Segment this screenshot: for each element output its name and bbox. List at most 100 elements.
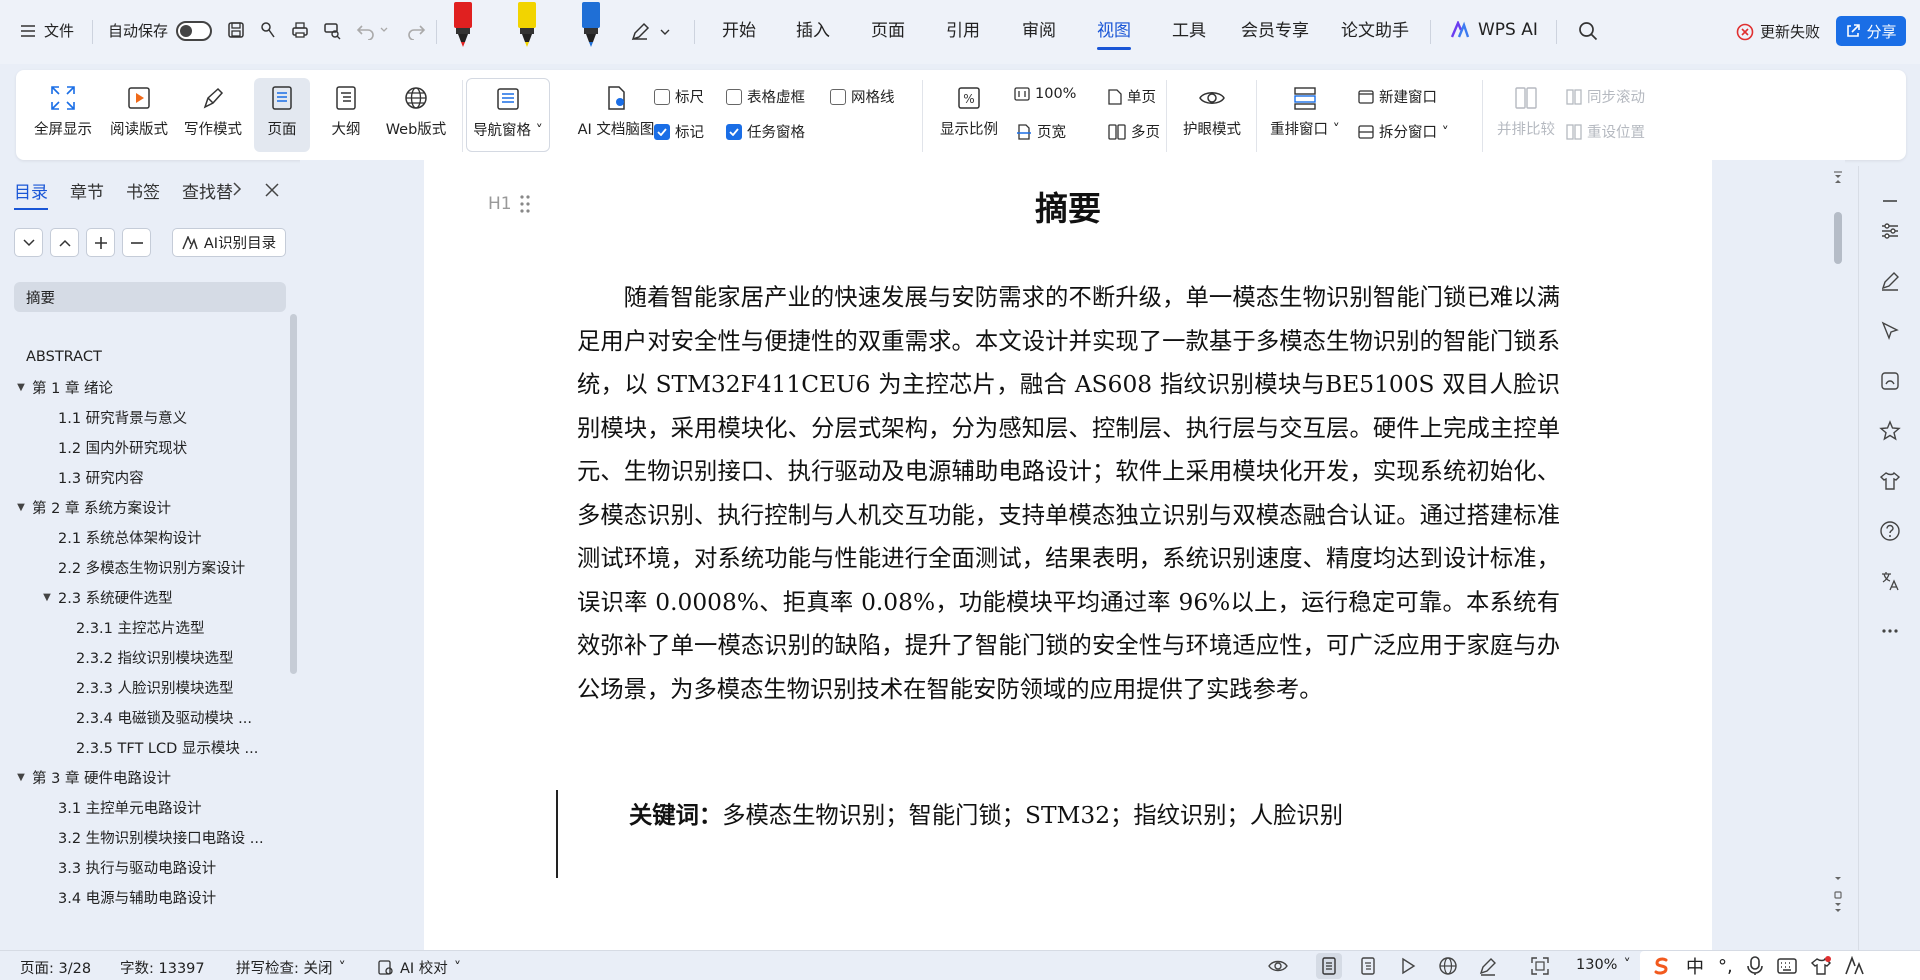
wps-ai-button[interactable]: WPS AI (1450, 20, 1538, 40)
toc-item[interactable]: 1.1 研究背景与意义 (14, 402, 286, 432)
globe-icon[interactable] (1438, 956, 1458, 976)
pen-tool-dropdown[interactable] (630, 22, 670, 42)
document-page[interactable]: H1 摘要 随着智能家居产业的快速发展与安防需求的不断升级，单一模态生物识别智能… (424, 160, 1712, 950)
save-icon[interactable] (226, 20, 246, 40)
sync-scroll-button[interactable]: 同步滚动 (1566, 86, 1645, 107)
star-magic-icon[interactable] (1879, 420, 1901, 442)
tab-references[interactable]: 引用 (946, 18, 980, 44)
fit-screen-icon[interactable] (1530, 956, 1550, 976)
tab-view[interactable]: 视图 (1097, 18, 1131, 50)
collapse-icon[interactable] (1879, 190, 1901, 212)
blue-marker-pen-icon[interactable] (580, 2, 602, 48)
page-count[interactable]: 页面: 3/28 (20, 957, 91, 978)
tab-chapters[interactable]: 章节 (70, 178, 104, 203)
toc-item[interactable]: ▼ 第 2 章 系统方案设计 (14, 492, 286, 522)
toc-item[interactable]: 1.2 国内外研究现状 (14, 432, 286, 462)
fullscreen-button[interactable]: 全屏显示 (30, 78, 96, 152)
zoom-100-button[interactable]: 100% (1014, 86, 1076, 102)
sogou-logo-icon[interactable] (1650, 955, 1672, 977)
format-painter-icon[interactable] (258, 20, 278, 40)
tab-review[interactable]: 审阅 (1022, 18, 1056, 44)
search-icon[interactable] (1578, 21, 1598, 41)
toc-item[interactable]: 3.2 生物识别模块接口电路设 ... (14, 822, 286, 852)
ai-assistant-icon[interactable] (1844, 956, 1867, 976)
toc-item[interactable]: 2.3.1 主控芯片选型 (14, 612, 286, 642)
page-view-icon[interactable] (1319, 956, 1339, 976)
eye-protection-button[interactable]: 护眼模式 (1174, 78, 1250, 152)
table-gridlines-checkbox[interactable]: 表格虚框 (726, 86, 805, 107)
more-icon[interactable] (1879, 620, 1901, 642)
page-view-button[interactable]: 页面 (254, 78, 310, 152)
toc-item[interactable]: 3.4 电源与辅助电路设计 (14, 882, 286, 912)
add-heading-button[interactable] (86, 228, 115, 257)
edit-pen-icon[interactable] (1879, 270, 1901, 292)
toc-item[interactable]: 2.1 系统总体架构设计 (14, 522, 286, 552)
tab-member[interactable]: 会员专享 (1241, 18, 1309, 44)
autosave-control[interactable]: 自动保存 (108, 20, 213, 41)
nav-scrollbar[interactable] (290, 314, 297, 674)
toc-item[interactable]: 3.1 主控单元电路设计 (14, 792, 286, 822)
autosave-toggle[interactable] (176, 20, 213, 41)
undo-icon[interactable] (356, 20, 388, 40)
navigation-pane-button[interactable]: 导航窗格 ˅ (466, 78, 550, 152)
ai-proofread-button[interactable]: AI 校对 ˅ (378, 957, 461, 978)
rearrange-windows-button[interactable]: 重排窗口 ˅ (1264, 78, 1346, 152)
share-button[interactable]: 分享 (1836, 16, 1906, 46)
shirt-skin-icon[interactable] (1879, 470, 1901, 492)
tab-tools[interactable]: 工具 (1172, 18, 1206, 44)
zoom-level[interactable]: 130% ˅ (1576, 957, 1631, 973)
expand-caret-icon[interactable]: ▼ (40, 590, 54, 604)
single-page-button[interactable]: 单页 (1108, 86, 1156, 107)
redo-icon[interactable] (406, 20, 426, 40)
gridlines-checkbox[interactable]: 网格线 (830, 86, 895, 107)
page-width-button[interactable]: 页宽 (1016, 121, 1066, 142)
tab-toc[interactable]: 目录 (14, 178, 48, 210)
outline-button[interactable]: 大纲 (318, 78, 374, 152)
reset-position-button[interactable]: 重设位置 (1566, 121, 1645, 142)
play-icon[interactable] (1398, 956, 1418, 976)
print-preview-icon[interactable] (322, 20, 342, 40)
toc-item[interactable]: ▼ 2.3 系统硬件选型 (14, 582, 286, 612)
split-window-button[interactable]: 拆分窗口 ˅ (1358, 121, 1449, 142)
toc-item[interactable]: ▼ 第 1 章 绪论 (14, 372, 286, 402)
markup-checkbox[interactable]: 标记 (654, 121, 704, 142)
tab-insert[interactable]: 插入 (796, 18, 830, 44)
toc-item[interactable]: 1.3 研究内容 (14, 462, 286, 492)
spell-check-status[interactable]: 拼写检查: 关闭 ˅ (236, 957, 346, 978)
toc-item[interactable]: 2.2 多模态生物识别方案设计 (14, 552, 286, 582)
file-menu[interactable]: 文件 (20, 20, 74, 41)
ruler-checkbox[interactable]: 标尺 (654, 86, 704, 107)
chevron-right-icon[interactable] (232, 182, 242, 196)
task-pane-checkbox[interactable]: 任务窗格 (726, 121, 805, 142)
remove-heading-button[interactable] (122, 228, 151, 257)
help-icon[interactable] (1879, 520, 1901, 542)
toc-item[interactable]: 2.3.3 人脸识别模块选型 (14, 672, 286, 702)
tab-page[interactable]: 页面 (871, 18, 905, 44)
toc-item[interactable]: 2.3.4 电磁锁及驱动模块 ... (14, 702, 286, 732)
expand-up-button[interactable] (50, 228, 79, 257)
toc-item[interactable]: ABSTRACT (14, 342, 286, 372)
tab-thesis-assistant[interactable]: 论文助手 (1341, 18, 1409, 44)
word-count[interactable]: 字数: 13397 (120, 957, 205, 978)
close-panel-icon[interactable] (264, 182, 280, 198)
expand-caret-icon[interactable]: ▼ (14, 770, 28, 784)
ime-chinese-mode[interactable]: 中 (1686, 953, 1704, 979)
side-by-side-button[interactable]: 并排比较 (1490, 78, 1562, 152)
red-marker-pen-icon[interactable] (452, 2, 474, 48)
expand-caret-icon[interactable]: ▼ (14, 380, 28, 394)
translate-icon[interactable] (1879, 570, 1901, 592)
tab-find-replace[interactable]: 查找替 (182, 178, 233, 203)
adjust-sliders-icon[interactable] (1879, 220, 1901, 242)
toc-item[interactable]: 2.3.2 指纹识别模块选型 (14, 642, 286, 672)
writing-mode-button[interactable]: 写作模式 (180, 78, 246, 152)
toc-item[interactable]: ▼ 第 3 章 硬件电路设计 (14, 762, 286, 792)
new-window-button[interactable]: 新建窗口 (1358, 86, 1437, 107)
multi-page-button[interactable]: 多页 (1108, 121, 1160, 142)
ime-punctuation-mode[interactable]: °, (1718, 956, 1733, 977)
eye-icon[interactable] (1268, 956, 1288, 976)
keyboard-icon[interactable] (1776, 958, 1797, 974)
tab-bookmarks[interactable]: 书签 (126, 178, 160, 203)
writing-pen-icon[interactable] (1478, 956, 1498, 976)
toc-item[interactable]: 3.3 执行与驱动电路设计 (14, 852, 286, 882)
microphone-icon[interactable] (1746, 956, 1763, 976)
